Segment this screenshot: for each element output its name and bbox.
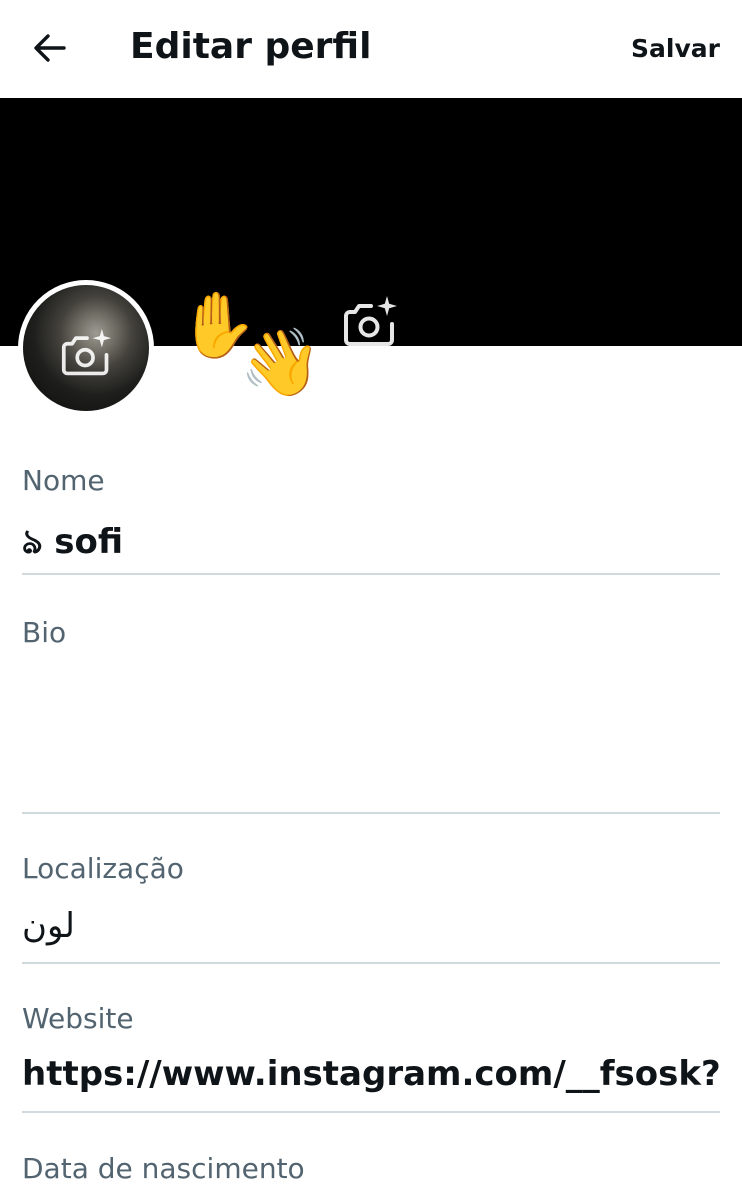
raised-hand-emoji: ✋: [178, 289, 258, 363]
location-field[interactable]: Localização لون: [22, 848, 720, 964]
website-field[interactable]: Website https://www.instagram.com/__fsos…: [22, 998, 720, 1113]
waving-hand-emoji: 👋: [239, 324, 322, 401]
location-label: Localização: [22, 852, 184, 885]
birthdate-label: Data de nascimento: [22, 1152, 305, 1185]
location-input[interactable]: لون: [22, 906, 720, 946]
banner-camera-button[interactable]: [341, 294, 401, 350]
page-title: Editar perfil: [130, 26, 372, 67]
top-app-bar: Editar perfil Salvar: [0, 0, 742, 98]
bio-field[interactable]: Bio: [22, 610, 720, 814]
profile-avatar[interactable]: [18, 280, 154, 416]
camera-add-icon: [61, 328, 112, 376]
birthdate-field[interactable]: Data de nascimento: [22, 1148, 720, 1200]
arrow-left-icon: [34, 34, 66, 62]
hand-emoji-decoration: ✋👋: [178, 289, 322, 396]
website-input[interactable]: https://www.instagram.com/__fsosk?i: [22, 1054, 720, 1094]
camera-add-icon: [344, 296, 397, 346]
avatar-camera-button[interactable]: [59, 327, 115, 379]
edit-profile-screen: Editar perfil Salvar ✋👋 Nome ঌ sofi Bio …: [0, 0, 742, 1200]
website-label: Website: [22, 1002, 134, 1035]
bio-label: Bio: [22, 616, 67, 649]
name-label: Nome: [22, 464, 105, 497]
save-button[interactable]: Salvar: [631, 34, 720, 63]
back-button[interactable]: [30, 28, 70, 68]
name-field[interactable]: Nome ঌ sofi: [22, 458, 720, 575]
name-input[interactable]: ঌ sofi: [22, 516, 720, 573]
